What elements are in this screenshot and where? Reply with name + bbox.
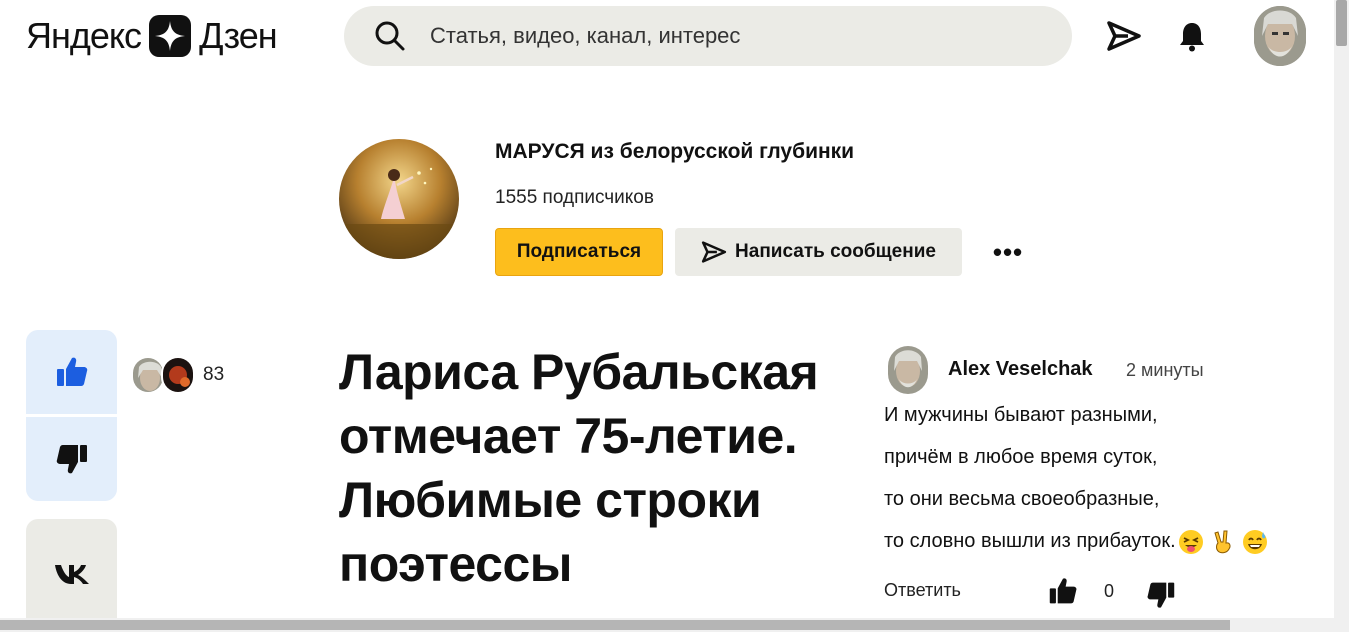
comment-timestamp: 2 минуты — [1126, 360, 1204, 380]
subscriber-count: 1555 подписчиков — [495, 187, 654, 208]
vk-share-button[interactable] — [26, 519, 117, 629]
comment-line: то словно вышли из прибауток. — [884, 530, 1176, 552]
thumbs-down-icon — [56, 445, 87, 474]
grinning-sweat-emoji-icon — [1242, 529, 1267, 554]
send-icon — [701, 241, 727, 263]
logo-text-left: Яндекс — [26, 15, 142, 56]
horizontal-scrollbar-thumb[interactable] — [0, 620, 1230, 630]
comment-line: И мужчины бывают разными, — [884, 404, 1158, 426]
search-input[interactable] — [428, 22, 1028, 50]
comment-author-name[interactable]: Alex Veselchak — [948, 358, 1093, 381]
comment-author-avatar[interactable] — [888, 346, 928, 394]
bell-icon[interactable] — [1172, 16, 1212, 56]
search-icon — [375, 21, 405, 51]
user-avatar[interactable] — [1254, 6, 1306, 66]
comment-text: И мужчины бывают разными, причём в любое… — [884, 394, 1334, 562]
liker-avatar — [131, 356, 165, 394]
vertical-scrollbar[interactable] — [1334, 0, 1349, 632]
vk-icon — [54, 565, 89, 584]
vertical-scrollbar-thumb[interactable] — [1336, 0, 1347, 46]
thumbs-up-icon[interactable] — [1048, 576, 1078, 606]
comment-like-count: 0 — [1104, 581, 1115, 601]
comment-line-last: то словно вышли из прибауток. — [884, 520, 1334, 562]
horizontal-scrollbar[interactable] — [0, 618, 1334, 632]
write-message-button[interactable]: Написать сообщение — [675, 228, 962, 276]
tongue-wink-emoji-icon — [1178, 529, 1203, 554]
likes-count: 83 — [203, 364, 225, 385]
zen-logo-icon — [149, 15, 192, 57]
reply-button[interactable]: Ответить — [884, 580, 961, 601]
dislike-button[interactable] — [26, 417, 117, 501]
like-button[interactable] — [26, 330, 117, 414]
thumbs-down-icon[interactable] — [1146, 580, 1176, 610]
yandex-zen-logo[interactable]: Яндекс Дзен — [26, 12, 278, 60]
logo-text-right: Дзен — [199, 15, 278, 56]
article-title: Лариса Рубальская отмечает 75-летие. Люб… — [339, 344, 819, 592]
liker-avatar — [161, 356, 195, 394]
comment-line: то они весьма своеобразные, — [884, 488, 1160, 510]
channel-name[interactable]: МАРУСЯ из белорусской глубинки — [495, 140, 854, 164]
victory-hand-emoji-icon — [1214, 530, 1231, 553]
search-bar[interactable] — [344, 6, 1072, 66]
thumbs-up-icon — [56, 357, 87, 386]
write-message-label: Написать сообщение — [735, 241, 936, 262]
comment-card: Alex Veselchak 2 минуты И мужчины бывают… — [866, 332, 1334, 620]
emoji-group — [1178, 529, 1268, 555]
send-icon[interactable] — [1104, 16, 1144, 56]
subscribe-button[interactable]: Подписаться — [495, 228, 663, 276]
zen-article-page: Яндекс Дзен Статья, видео, канал, интере… — [0, 0, 1349, 632]
more-options-button[interactable]: ••• — [988, 234, 1028, 270]
channel-avatar[interactable] — [339, 139, 459, 259]
likers-summary[interactable]: 83 — [131, 355, 224, 395]
comment-line: причём в любое время суток, — [884, 446, 1158, 468]
